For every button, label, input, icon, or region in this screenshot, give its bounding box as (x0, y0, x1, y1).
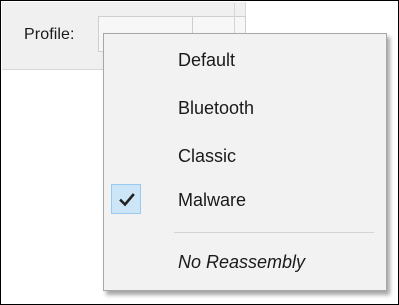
window-frame: Profile: Default Bluetooth Classic Malwa… (0, 0, 399, 305)
menu-item-malware[interactable]: Malware (106, 180, 384, 220)
menu-separator (174, 232, 374, 233)
check-highlight (111, 184, 141, 214)
menu-item-bluetooth[interactable]: Bluetooth (106, 88, 384, 128)
profile-menu: Default Bluetooth Classic Malware No Rea… (103, 33, 387, 291)
menu-item-classic[interactable]: Classic (106, 136, 384, 176)
menu-item-label: Malware (178, 190, 247, 210)
menu-item-label: Default (178, 50, 236, 70)
checkmark-icon (119, 193, 135, 207)
menu-item-label: Classic (178, 146, 237, 166)
menu-item-no-reassembly[interactable]: No Reassembly (106, 242, 384, 282)
profile-label: Profile: (24, 26, 75, 43)
menu-item-label: No Reassembly (178, 252, 306, 272)
menu-item-label: Bluetooth (178, 98, 255, 118)
menu-item-default[interactable]: Default (106, 40, 384, 80)
